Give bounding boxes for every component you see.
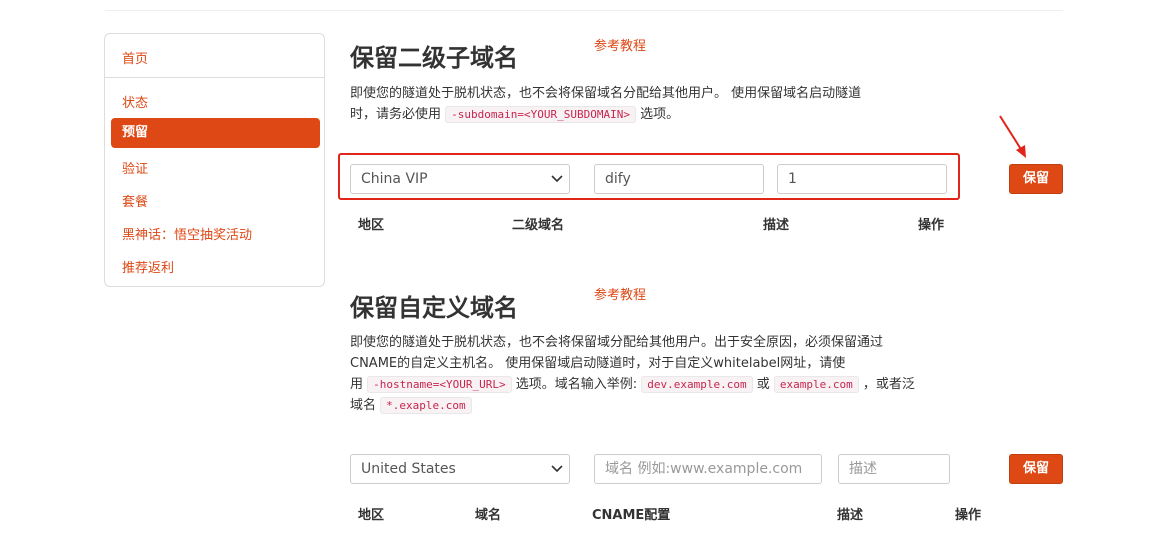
sidebar-divider xyxy=(105,77,324,78)
col-header-action: 操作 xyxy=(955,508,982,523)
sidebar-item-plans[interactable]: 套餐 xyxy=(122,191,148,210)
wildcard-code: *.exaple.com xyxy=(380,397,472,414)
subdomain-section-title: 保留二级子域名 xyxy=(350,44,518,72)
custom-description: 即使您的隧道处于脱机状态，也不会将保留域分配给其他用户。出于安全原因，必须保留通… xyxy=(350,332,950,416)
chevron-down-icon xyxy=(551,175,563,183)
sidebar-item-reserve[interactable]: 预留 xyxy=(111,118,320,148)
subdomain-code: -subdomain=<YOUR_SUBDOMAIN> xyxy=(445,106,636,123)
col-header-region: 地区 xyxy=(358,218,385,233)
custom-tutorial-link[interactable]: 参考教程 xyxy=(594,284,646,303)
col-header-description: 描述 xyxy=(763,218,790,233)
chevron-down-icon xyxy=(551,465,563,473)
sidebar-item-home[interactable]: 首页 xyxy=(122,48,148,67)
subdomain-description-input[interactable]: 1 xyxy=(777,164,947,194)
col-header-region: 地区 xyxy=(358,508,385,523)
col-header-subdomain: 二级域名 xyxy=(512,218,565,233)
desc-text: 选项。域名输入举例: xyxy=(515,377,638,392)
region-select-value: China VIP xyxy=(361,171,428,187)
desc-text: 选项。 xyxy=(640,107,680,122)
desc-text: ，或者泛 xyxy=(862,377,915,392)
sidebar-item-verify[interactable]: 验证 xyxy=(122,158,148,177)
custom-desc-line3: 用 -hostname=<YOUR_URL> 选项。域名输入举例: dev.ex… xyxy=(350,374,950,395)
custom-section-title: 保留自定义域名 xyxy=(350,294,518,322)
custom-description-input[interactable]: 描述 xyxy=(838,454,950,484)
desc-text: 用 xyxy=(350,377,364,392)
subdomain-desc-line1: 即使您的隧道处于脱机状态，也不会将保留域名分配给其他用户。 使用保留域名启动隧道 xyxy=(350,86,862,101)
col-header-description: 描述 xyxy=(837,508,864,523)
desc-text: 时，请务必使用 xyxy=(350,107,442,122)
col-header-action: 操作 xyxy=(918,218,945,233)
subdomain-description: 即使您的隧道处于脱机状态，也不会将保留域名分配给其他用户。 使用保留域名启动隧道… xyxy=(350,83,920,125)
desc-text: 域名 xyxy=(350,398,377,413)
custom-desc-line4: 域名 *.exaple.com xyxy=(350,395,950,416)
domain-input[interactable]: 域名 例如:www.example.com xyxy=(594,454,822,484)
custom-desc-line2: CNAME的自定义主机名。 使用保留域启动隧道时，对于自定义whitelabel… xyxy=(350,356,846,371)
col-header-domain: 域名 xyxy=(475,508,502,523)
subdomain-tutorial-link[interactable]: 参考教程 xyxy=(594,35,646,54)
custom-desc-line1: 即使您的隧道处于脱机状态，也不会将保留域分配给其他用户。出于安全原因，必须保留通… xyxy=(350,335,884,350)
region-select-value: United States xyxy=(361,461,456,477)
desc-text: 或 xyxy=(756,377,770,392)
custom-save-button[interactable]: 保留 xyxy=(1009,454,1063,484)
custom-region-select[interactable]: United States xyxy=(350,454,570,484)
col-header-cname: CNAME配置 xyxy=(592,508,671,523)
sidebar: 首页 状态 预留 验证 套餐 黑神话：悟空抽奖活动 推荐返利 xyxy=(104,33,325,287)
subdomain-input[interactable]: dify xyxy=(594,164,764,194)
sidebar-item-lottery[interactable]: 黑神话：悟空抽奖活动 xyxy=(122,224,252,243)
arrow-annotation-icon xyxy=(999,115,1026,158)
sidebar-item-referral[interactable]: 推荐返利 xyxy=(122,257,174,276)
hostname-code: -hostname=<YOUR_URL> xyxy=(367,376,512,393)
subdomain-desc-line2: 时，请务必使用 -subdomain=<YOUR_SUBDOMAIN> 选项。 xyxy=(350,104,920,125)
top-divider xyxy=(105,10,1063,11)
example-code: example.com xyxy=(773,376,859,393)
sidebar-item-status[interactable]: 状态 xyxy=(122,92,148,111)
subdomain-region-select[interactable]: China VIP xyxy=(350,164,570,194)
subdomain-save-button[interactable]: 保留 xyxy=(1009,164,1063,194)
example-code: dev.example.com xyxy=(641,376,753,393)
